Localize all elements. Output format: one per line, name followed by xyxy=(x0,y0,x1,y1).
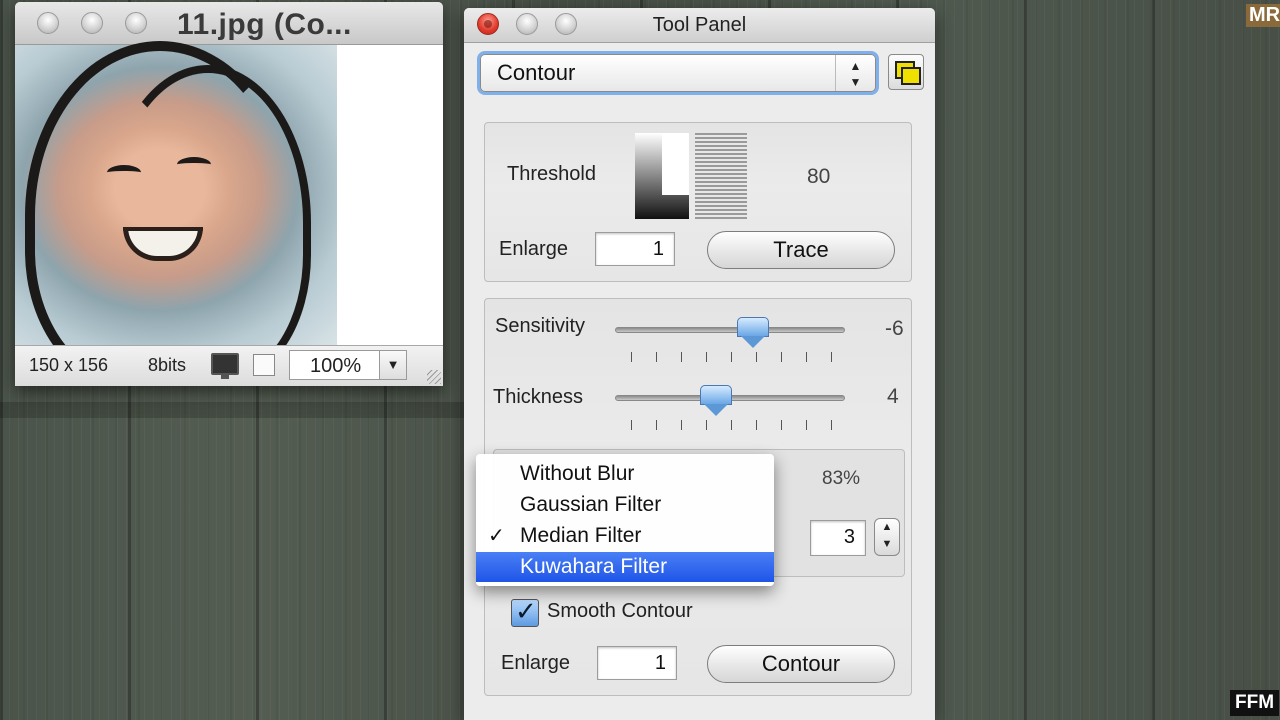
trace-button[interactable]: Trace xyxy=(707,231,895,269)
tick-mark xyxy=(831,420,832,430)
image-canvas[interactable] xyxy=(15,41,443,386)
threshold-enlarge-value: 1 xyxy=(652,238,664,260)
desktop-plank-seam xyxy=(0,402,470,418)
thickness-ticks xyxy=(631,420,832,430)
threshold-enlarge-field[interactable]: 1 xyxy=(595,232,675,266)
image-window-titlebar[interactable]: 11.jpg (Co... xyxy=(15,2,443,45)
tick-mark xyxy=(781,352,782,362)
blur-radius-stepper[interactable]: ▲ ▼ xyxy=(874,518,900,556)
tick-mark xyxy=(831,352,832,362)
menu-item-gaussian-filter[interactable]: Gaussian Filter xyxy=(476,490,774,520)
menu-item-label: Kuwahara Filter xyxy=(520,555,668,578)
color-swatch-button[interactable] xyxy=(888,54,924,90)
tick-mark xyxy=(681,420,682,430)
tick-mark xyxy=(731,352,732,362)
tool-panel-title: Tool Panel xyxy=(652,14,747,36)
contour-enlarge-value: 1 xyxy=(654,652,666,674)
sensitivity-ticks xyxy=(631,352,832,362)
blur-radius-field[interactable]: 3 xyxy=(810,520,866,556)
eye-left xyxy=(107,165,141,180)
close-button[interactable] xyxy=(37,12,59,34)
updown-arrows-icon: ▲ ▼ xyxy=(835,55,875,91)
zoom-button[interactable] xyxy=(125,12,147,34)
monitor-icon[interactable] xyxy=(211,353,239,379)
watermark-top-right: MR xyxy=(1246,4,1280,27)
image-dimensions: 150 x 156 xyxy=(29,355,109,375)
blur-filter-menu: Without Blur Gaussian Filter ✓ Median Fi… xyxy=(476,454,774,586)
sensitivity-track[interactable] xyxy=(615,327,845,333)
eye-right xyxy=(177,157,211,172)
resize-grip-icon[interactable] xyxy=(427,370,441,384)
tick-mark xyxy=(681,352,682,362)
menu-item-median-filter[interactable]: ✓ Median Filter xyxy=(476,521,774,551)
zoom-value: 100% xyxy=(310,355,362,377)
image-window: 11.jpg (Co... 150 x 156 8bits 100% ▼ xyxy=(15,2,443,386)
smooth-contour-checkbox[interactable]: ✓ xyxy=(511,596,539,627)
chevron-down-icon[interactable]: ▼ xyxy=(379,351,406,379)
blur-radius-value: 3 xyxy=(843,526,855,548)
sensitivity-label: Sensitivity xyxy=(495,315,586,337)
tick-mark xyxy=(806,420,807,430)
image-statusbar: 150 x 156 8bits 100% ▼ xyxy=(15,345,443,386)
threshold-group: Threshold 80 Enlarge 1 Trace xyxy=(484,122,912,282)
tick-mark xyxy=(706,352,707,362)
mode-select[interactable]: Contour ▲ ▼ xyxy=(480,54,876,92)
minimize-button[interactable] xyxy=(81,12,103,34)
mode-select-value: Contour xyxy=(497,60,576,85)
color-square-front-icon xyxy=(901,67,921,85)
checkmark-icon: ✓ xyxy=(515,596,537,626)
menu-item-label: Gaussian Filter xyxy=(520,493,662,516)
thickness-label: Thickness xyxy=(493,386,584,408)
menu-item-label: Without Blur xyxy=(520,462,635,485)
watermark-bottom-right: FFM xyxy=(1230,690,1280,716)
tick-mark xyxy=(631,352,632,362)
tick-mark xyxy=(706,420,707,430)
square-icon[interactable] xyxy=(253,354,275,376)
smooth-contour-label: Smooth Contour xyxy=(547,600,693,622)
threshold-value: 80 xyxy=(807,165,831,188)
tick-mark xyxy=(756,352,757,362)
threshold-enlarge-label: Enlarge xyxy=(499,238,568,260)
tick-mark xyxy=(656,352,657,362)
zoom-select[interactable]: 100% ▼ xyxy=(289,350,407,380)
menu-item-without-blur[interactable]: Without Blur xyxy=(476,459,774,489)
hair-stroke-2 xyxy=(105,65,311,381)
sensitivity-slider-thumb[interactable] xyxy=(737,317,769,351)
thickness-slider-thumb[interactable] xyxy=(700,385,733,419)
threshold-preview-solid xyxy=(635,133,689,219)
threshold-label: Threshold xyxy=(507,163,596,185)
tick-mark xyxy=(656,420,657,430)
tick-mark xyxy=(631,420,632,430)
contour-enlarge-label: Enlarge xyxy=(501,652,570,674)
thickness-value: 4 xyxy=(887,385,899,408)
tick-mark xyxy=(756,420,757,430)
tick-mark xyxy=(806,352,807,362)
tool-panel-titlebar[interactable]: Tool Panel xyxy=(464,8,935,43)
sensitivity-value: -6 xyxy=(885,317,904,340)
tick-mark xyxy=(781,420,782,430)
bit-depth: 8bits xyxy=(148,355,187,375)
menu-item-label: Median Filter xyxy=(520,524,642,547)
tick-mark xyxy=(731,420,732,430)
blur-percent: 83% xyxy=(822,468,861,489)
image-window-title: 11.jpg (Co... xyxy=(177,8,352,41)
contour-button[interactable]: Contour xyxy=(707,645,895,683)
contour-enlarge-field[interactable]: 1 xyxy=(597,646,677,680)
photo-image xyxy=(15,41,337,386)
checkmark-icon: ✓ xyxy=(488,525,505,547)
tool-panel: Tool Panel Contour ▲ ▼ Threshold 80 Enlar… xyxy=(464,8,935,720)
menu-item-kuwahara-filter[interactable]: Kuwahara Filter xyxy=(476,552,774,582)
threshold-preview-lines xyxy=(695,133,747,219)
